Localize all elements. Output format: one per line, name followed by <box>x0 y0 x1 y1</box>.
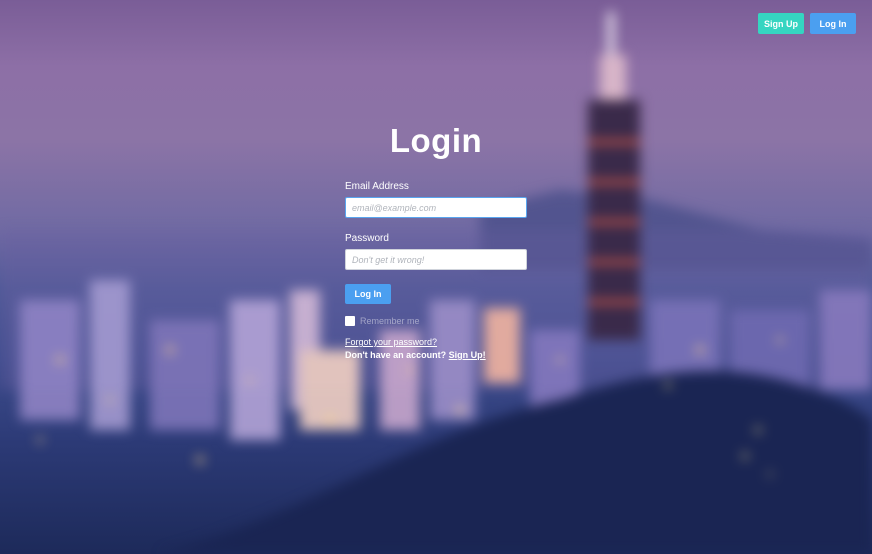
password-label: Password <box>345 233 389 244</box>
login-form: Email Address Password Log In Remember m… <box>345 181 527 360</box>
header-login-button[interactable]: Log In <box>810 13 856 34</box>
remember-label[interactable]: Remember me <box>360 316 420 326</box>
remember-me: Remember me <box>345 316 527 326</box>
password-field[interactable] <box>345 249 527 270</box>
header-actions: Sign Up Log In <box>758 13 856 34</box>
signup-button[interactable]: Sign Up <box>758 13 804 34</box>
forgot-password-link[interactable]: Forgot your password? <box>345 337 527 347</box>
page-title: Login <box>389 122 483 159</box>
signup-link[interactable]: Sign Up! <box>449 350 486 360</box>
remember-checkbox[interactable] <box>345 316 355 326</box>
no-account-text: Don't have an account? <box>345 350 447 360</box>
signup-prompt: Don't have an account? Sign Up! <box>345 350 527 360</box>
login-button[interactable]: Log In <box>345 284 391 304</box>
email-field[interactable] <box>345 197 527 218</box>
email-label: Email Address <box>345 181 409 192</box>
